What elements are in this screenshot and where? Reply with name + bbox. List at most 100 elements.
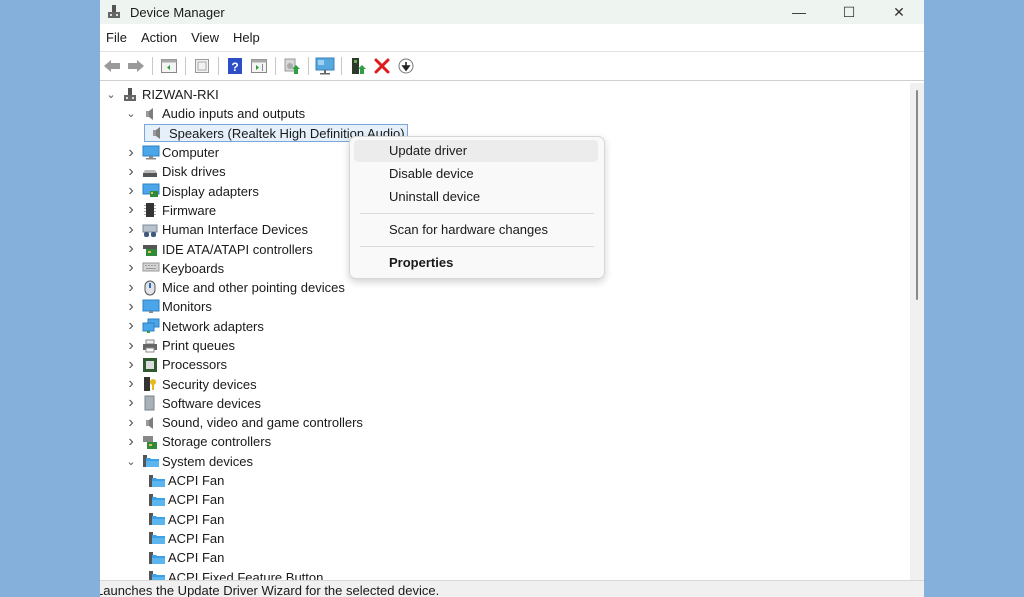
help-icon: ? xyxy=(228,58,242,74)
menu-action[interactable]: Action xyxy=(134,30,184,45)
menu-view[interactable]: View xyxy=(184,30,226,45)
tree-node-label: Disk drives xyxy=(162,164,226,180)
chevron-right-icon[interactable]: › xyxy=(124,337,138,354)
tree-category[interactable]: › Processors xyxy=(100,355,910,374)
tree-category[interactable]: › Print queues xyxy=(100,336,910,355)
tree-category[interactable]: ⌄ System devices xyxy=(100,452,910,471)
monitor-icon xyxy=(142,299,160,315)
toolbar-separator xyxy=(152,57,153,75)
tree-node-label: Firmware xyxy=(162,202,217,218)
tree-node-label: ACPI Fan xyxy=(168,473,225,489)
menu-disable-device[interactable]: Disable device xyxy=(354,163,598,185)
title-bar[interactable]: Device Manager — ☐ ✕ xyxy=(100,0,924,24)
menu-uninstall-device[interactable]: Uninstall device xyxy=(354,186,598,208)
tree-category[interactable]: › Network adapters xyxy=(100,317,910,336)
chevron-right-icon[interactable]: › xyxy=(124,394,138,411)
add-hardware-icon xyxy=(352,58,366,74)
menu-item-label: Update driver xyxy=(389,143,468,158)
back-button[interactable] xyxy=(101,55,123,77)
close-button[interactable]: ✕ xyxy=(874,0,924,24)
menu-item-label: Scan for hardware changes xyxy=(389,222,548,237)
system-folder-icon xyxy=(148,492,165,508)
chevron-right-icon[interactable]: › xyxy=(124,298,138,315)
tree-node-label: Monitors xyxy=(162,299,212,315)
network-adapter-icon xyxy=(142,318,160,334)
tree-category[interactable]: › Sound, video and game controllers xyxy=(100,413,910,432)
action-pane-button[interactable] xyxy=(248,55,270,77)
tree-node-label: Storage controllers xyxy=(162,434,272,450)
scan-hardware-button[interactable] xyxy=(314,55,336,77)
forward-button[interactable] xyxy=(125,55,147,77)
minimize-button[interactable]: — xyxy=(774,0,824,24)
menu-bar: File Action View Help xyxy=(100,24,924,52)
context-menu: Update driver Disable device Uninstall d… xyxy=(349,136,605,279)
chevron-right-icon[interactable]: › xyxy=(124,259,138,276)
toolbar-separator xyxy=(275,57,276,75)
menu-help[interactable]: Help xyxy=(226,30,267,45)
menu-update-driver[interactable]: Update driver xyxy=(354,140,598,162)
toolbar-separator xyxy=(185,57,186,75)
tree-category[interactable]: › Software devices xyxy=(100,394,910,413)
tree-node-label: ACPI Fan xyxy=(168,550,225,566)
toolbar: ? xyxy=(100,52,924,81)
printer-icon xyxy=(142,338,158,354)
menu-file[interactable]: File xyxy=(100,30,134,45)
uninstall-device-button[interactable] xyxy=(371,55,393,77)
status-text: Launches the Update Driver Wizard for th… xyxy=(100,583,440,597)
properties-icon xyxy=(195,59,209,73)
tree-category[interactable]: › Mice and other pointing devices xyxy=(100,278,910,297)
tree-device[interactable]: ACPI Fan xyxy=(100,529,910,548)
maximize-button[interactable]: ☐ xyxy=(824,0,874,24)
add-hardware-button[interactable] xyxy=(347,55,369,77)
back-arrow-icon xyxy=(104,60,120,72)
menu-properties[interactable]: Properties xyxy=(354,252,598,274)
tree-node-label: Audio inputs and outputs xyxy=(162,106,306,122)
chevron-down-icon[interactable]: ⌄ xyxy=(124,454,138,468)
tree-category[interactable]: ⌄ Audio inputs and outputs xyxy=(100,104,910,123)
update-driver-icon xyxy=(284,58,300,74)
chevron-right-icon[interactable]: › xyxy=(124,279,138,296)
help-button[interactable]: ? xyxy=(224,55,246,77)
chevron-right-icon[interactable]: › xyxy=(124,433,138,450)
chevron-right-icon[interactable]: › xyxy=(124,240,138,257)
chevron-down-icon[interactable]: ⌄ xyxy=(124,107,138,121)
tree-device[interactable]: ACPI Fan xyxy=(100,510,910,529)
tree-node-label: System devices xyxy=(162,453,254,469)
tree-device[interactable]: ACPI Fan xyxy=(100,548,910,567)
tree-category[interactable]: › Monitors xyxy=(100,297,910,316)
chevron-right-icon[interactable]: › xyxy=(124,221,138,238)
system-folder-icon xyxy=(148,473,165,489)
chevron-right-icon[interactable]: › xyxy=(124,375,138,392)
menu-scan-hardware[interactable]: Scan for hardware changes xyxy=(354,219,598,241)
speaker-icon xyxy=(142,415,158,431)
chevron-right-icon[interactable]: › xyxy=(124,144,138,161)
window-title: Device Manager xyxy=(130,4,225,20)
update-driver-button[interactable] xyxy=(281,55,303,77)
console-tree-button[interactable] xyxy=(158,55,180,77)
disable-device-button[interactable] xyxy=(395,55,417,77)
tree-category[interactable]: › Security devices xyxy=(100,374,910,393)
tree-category[interactable]: › Storage controllers xyxy=(100,432,910,451)
menu-item-label: Disable device xyxy=(389,166,474,181)
chevron-right-icon[interactable]: › xyxy=(124,182,138,199)
menu-item-label: Properties xyxy=(389,255,454,270)
scan-hardware-icon xyxy=(315,57,335,75)
chevron-right-icon[interactable]: › xyxy=(124,163,138,180)
tree-device[interactable]: ACPI Fan xyxy=(100,471,910,490)
chevron-down-icon[interactable]: ⌄ xyxy=(104,88,118,102)
processor-icon xyxy=(142,357,158,373)
chevron-right-icon[interactable]: › xyxy=(124,356,138,373)
chevron-right-icon[interactable]: › xyxy=(124,317,138,334)
disk-drive-icon xyxy=(142,164,158,180)
tree-root[interactable]: ⌄ RIZWAN-RKI xyxy=(100,85,910,104)
chevron-right-icon[interactable]: › xyxy=(124,201,138,218)
tree-root-label: RIZWAN-RKI xyxy=(142,87,219,103)
properties-button[interactable] xyxy=(191,55,213,77)
scrollbar-thumb[interactable] xyxy=(916,90,918,300)
vertical-scrollbar[interactable] xyxy=(910,83,924,580)
chevron-right-icon[interactable]: › xyxy=(124,414,138,431)
display-adapter-icon xyxy=(142,183,160,199)
toolbar-separator xyxy=(308,57,309,75)
tree-device[interactable]: ACPI Fan xyxy=(100,490,910,509)
status-bar: Launches the Update Driver Wizard for th… xyxy=(100,580,924,597)
